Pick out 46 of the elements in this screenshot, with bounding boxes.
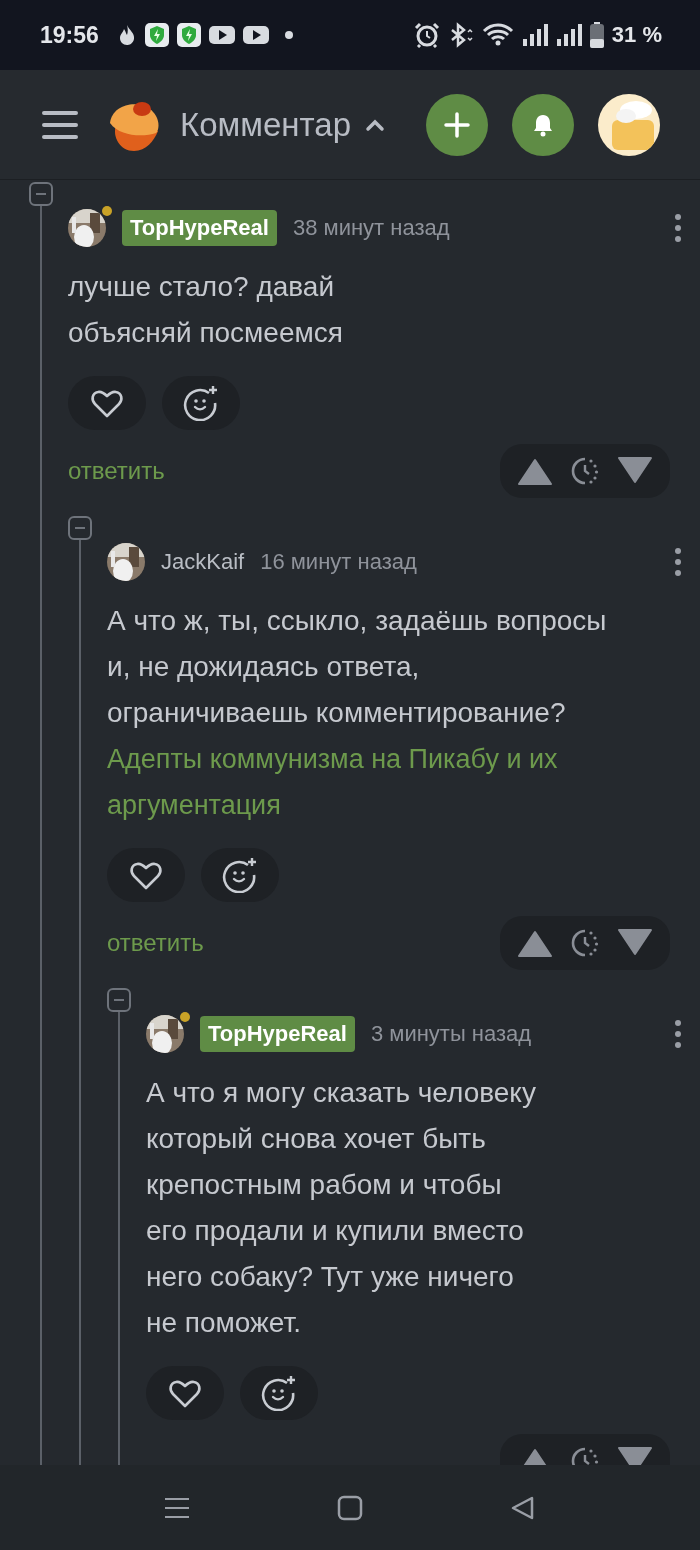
comment-time: 3 минуты назад bbox=[370, 1021, 532, 1047]
alarm-icon bbox=[413, 22, 440, 48]
upvote-button[interactable] bbox=[516, 456, 553, 486]
more-options-icon[interactable] bbox=[674, 1019, 682, 1049]
comment-text: А что ж, ты, ссыкло, задаёшь вопросы и, не дожидаясь ответа, ограничиваешь комментирование? bbox=[107, 604, 608, 730]
page-title[interactable]: Комментар bbox=[180, 105, 351, 144]
plus-icon bbox=[444, 111, 470, 138]
author-name[interactable]: TopHypeReal bbox=[122, 210, 277, 246]
more-options-icon[interactable] bbox=[674, 213, 682, 243]
collapse-button[interactable] bbox=[68, 516, 92, 540]
smiley-icon bbox=[222, 857, 258, 893]
shield-icon bbox=[144, 23, 169, 47]
comment-time: 38 минут назад bbox=[292, 215, 450, 241]
author-name[interactable]: TopHypeReal bbox=[200, 1016, 355, 1052]
comment-text: А что я могу сказать человеку который снова хочет быть крепостным рабом и чтобы его продали и купили вместо него собаку? Тут уже ничего не поможет. bbox=[146, 1076, 537, 1340]
smiley-icon bbox=[261, 1375, 297, 1411]
more-options-icon[interactable] bbox=[674, 547, 682, 577]
smiley-icon bbox=[183, 385, 219, 421]
dot-icon bbox=[284, 31, 293, 39]
comment-text: лучше стало? давай объясняй посмеемся bbox=[68, 270, 344, 350]
post-link[interactable]: Адепты коммунизма на Пикабу и их аргументация bbox=[107, 736, 700, 828]
author-name[interactable]: JackKaif bbox=[161, 544, 245, 580]
downvote-button[interactable] bbox=[617, 456, 654, 486]
play-icon bbox=[208, 25, 235, 45]
comment-time: 16 минут назад bbox=[260, 549, 417, 575]
play-icon bbox=[242, 25, 269, 45]
upvote-button[interactable] bbox=[516, 928, 553, 958]
clock-icon bbox=[570, 456, 600, 486]
caret-icon[interactable] bbox=[365, 117, 385, 132]
shield-icon bbox=[176, 23, 201, 47]
reply-link[interactable]: ответить bbox=[68, 457, 165, 485]
downvote-button[interactable] bbox=[617, 928, 654, 958]
recent-apps-button[interactable] bbox=[164, 1496, 190, 1519]
clock-icon bbox=[570, 928, 600, 958]
collapse-button[interactable] bbox=[29, 182, 53, 206]
reply-link[interactable]: ответить bbox=[107, 929, 204, 957]
signal-icon bbox=[555, 23, 582, 47]
battery-percent: 31 % bbox=[611, 22, 662, 48]
clock-time: 19:56 bbox=[40, 21, 99, 49]
menu-icon[interactable] bbox=[42, 109, 78, 140]
battery-icon bbox=[589, 22, 604, 48]
wifi-icon bbox=[481, 23, 514, 47]
home-button[interactable] bbox=[337, 1494, 363, 1521]
collapse-button[interactable] bbox=[107, 988, 131, 1012]
signal-icon bbox=[521, 23, 548, 47]
back-button[interactable] bbox=[510, 1494, 536, 1521]
